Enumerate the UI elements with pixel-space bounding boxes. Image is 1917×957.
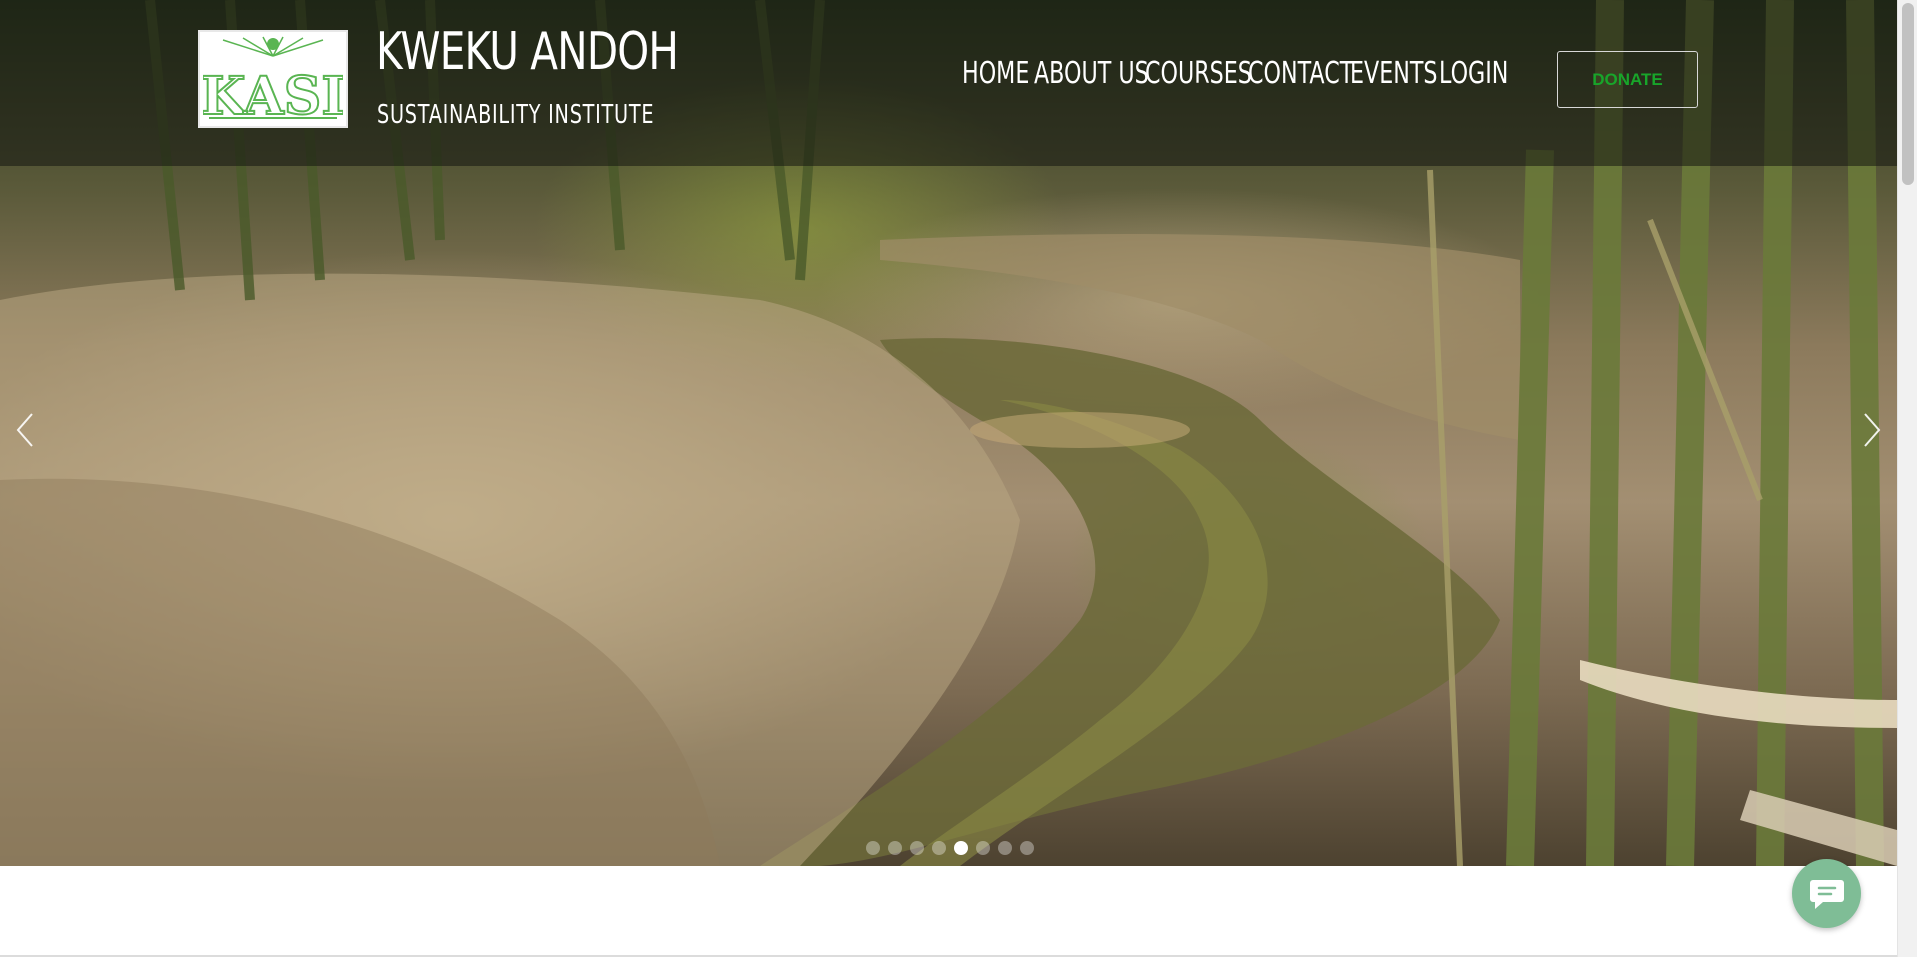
- chat-button[interactable]: [1792, 859, 1861, 928]
- nav-item-about-us[interactable]: ABOUT US: [1034, 56, 1149, 91]
- nav-item-home[interactable]: HOME: [962, 56, 1029, 91]
- nav-item-contact[interactable]: CONTACT: [1248, 56, 1353, 91]
- slider-dot[interactable]: [910, 841, 924, 855]
- hero-slider: KASI KWEKU ANDOH SUSTAINABILITY INSTITUT…: [0, 0, 1897, 866]
- slider-dot[interactable]: [888, 841, 902, 855]
- site-subtitle: SUSTAINABILITY INSTITUTE: [377, 100, 655, 130]
- slider-dot[interactable]: [1020, 841, 1034, 855]
- nav-item-login[interactable]: LOGIN: [1439, 56, 1508, 91]
- slider-prev-button[interactable]: [10, 410, 40, 450]
- scrollbar-thumb[interactable]: [1902, 3, 1914, 185]
- slider-next-button[interactable]: [1857, 410, 1887, 450]
- page-scrollbar[interactable]: [1897, 0, 1917, 957]
- slider-dot[interactable]: [866, 841, 880, 855]
- slider-dot[interactable]: [998, 841, 1012, 855]
- chevron-right-icon: [1864, 413, 1881, 447]
- slider-dot[interactable]: [932, 841, 946, 855]
- slider-dot[interactable]: [976, 841, 990, 855]
- site-logo[interactable]: KASI: [198, 30, 348, 128]
- nav-item-events[interactable]: EVENTS: [1350, 56, 1438, 91]
- slider-pagination: [866, 841, 1034, 857]
- donate-button[interactable]: DONATE: [1557, 51, 1698, 108]
- site-title: KWEKU ANDOH: [376, 22, 679, 82]
- kasi-logo-icon: KASI: [203, 36, 343, 124]
- chat-bubble-icon: [1809, 879, 1844, 909]
- chevron-left-icon: [16, 413, 33, 447]
- svg-text:KASI: KASI: [203, 66, 343, 124]
- slider-dot-active[interactable]: [954, 841, 968, 855]
- nav-item-courses[interactable]: COURSES: [1145, 56, 1252, 91]
